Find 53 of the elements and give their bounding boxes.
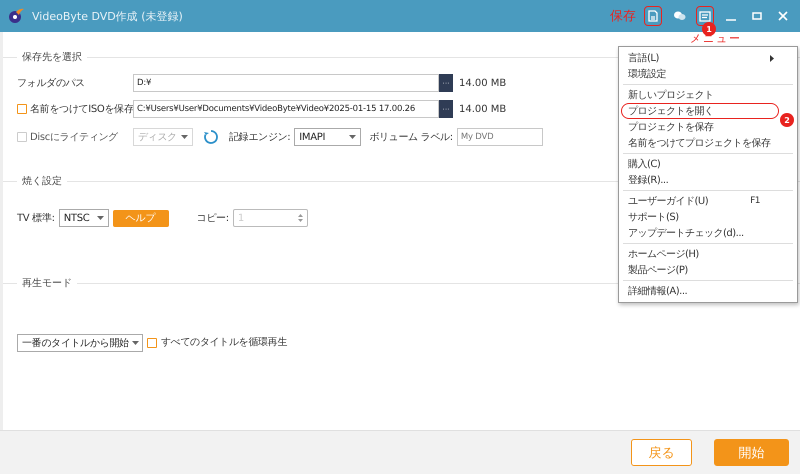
menu-icon (699, 10, 711, 22)
chat-icon (672, 10, 686, 22)
play-mode-dropdown[interactable]: 一番のタイトルから開始 (17, 334, 143, 352)
menu-item[interactable]: ホームページ(H) (621, 246, 779, 262)
menu-item[interactable]: 名前をつけてプロジェクトを保存 (621, 135, 779, 151)
path-field[interactable]: D:¥ (133, 74, 439, 92)
menu-item[interactable]: 新しいプロジェクト (621, 87, 779, 103)
checkbox-label: 名前をつけてISOを保存 (30, 103, 134, 116)
close-icon (778, 11, 788, 21)
caret-icon (349, 135, 356, 139)
menu-item[interactable]: プロジェクトを開く (621, 103, 779, 119)
step-badge: 2 (780, 113, 794, 127)
caret-icon (181, 135, 188, 139)
caret-icon (96, 216, 104, 220)
checkbox-label: すべてのタイトルを循環再生 (161, 336, 288, 349)
checkbox-label: Discにライティング (30, 131, 118, 144)
menu-item[interactable]: 詳細情報(A)... (621, 283, 779, 299)
size-text: 14.00 MB (459, 104, 506, 114)
submenu-arrow-icon (770, 54, 774, 62)
checkbox[interactable] (17, 104, 27, 114)
field-label: フォルダのパス (17, 77, 85, 90)
path-field[interactable]: C:¥Users¥User¥Documents¥VideoByte¥Video¥2025-01-15 17.00.26 (133, 100, 439, 118)
section-heading: 保存先を選択 (22, 50, 82, 64)
menu-item[interactable]: 言語(L) (621, 50, 779, 66)
app-logo-icon (8, 8, 24, 24)
section-heading: 再生モード (22, 276, 72, 290)
refresh-icon[interactable] (203, 129, 219, 145)
field-label: TV 標準: (17, 212, 55, 225)
menu-item[interactable]: 製品ページ(P) (621, 262, 779, 278)
size-text: 14.00 MB (459, 78, 506, 88)
tv-standard-dropdown[interactable]: NTSC (58, 209, 109, 227)
menu-item[interactable]: プロジェクトを保存 (621, 119, 779, 135)
annotation-label: 保存 (610, 8, 636, 25)
checkbox[interactable] (147, 338, 157, 348)
caret-icon (132, 341, 139, 345)
spin-arrows-icon (298, 214, 303, 222)
minimize-icon (726, 19, 736, 21)
field-label: コピー: (196, 212, 229, 225)
section-heading: 焼く設定 (22, 174, 62, 188)
menu-item[interactable]: 購入(C) (621, 156, 779, 172)
save-button[interactable] (644, 6, 662, 26)
shortcut-text: F1 (750, 196, 760, 206)
window-title: VideoByte DVD作成 (未登録) (32, 8, 184, 24)
field-label: 記録エンジン: (229, 130, 290, 144)
maximize-icon (752, 11, 762, 21)
menu-item[interactable]: 環境設定 (621, 66, 779, 82)
field-label: ボリューム ラベル: (369, 131, 453, 144)
menu-item[interactable]: 登録(R)... (621, 172, 779, 188)
menu-item[interactable]: アップデートチェック(d)... (621, 225, 779, 241)
document-icon (648, 10, 658, 22)
menu-item[interactable]: サポート(S) (621, 209, 779, 225)
step-badge: 1 (702, 22, 716, 36)
menu-item[interactable]: ユーザーガイド(U) F1 (621, 193, 779, 209)
